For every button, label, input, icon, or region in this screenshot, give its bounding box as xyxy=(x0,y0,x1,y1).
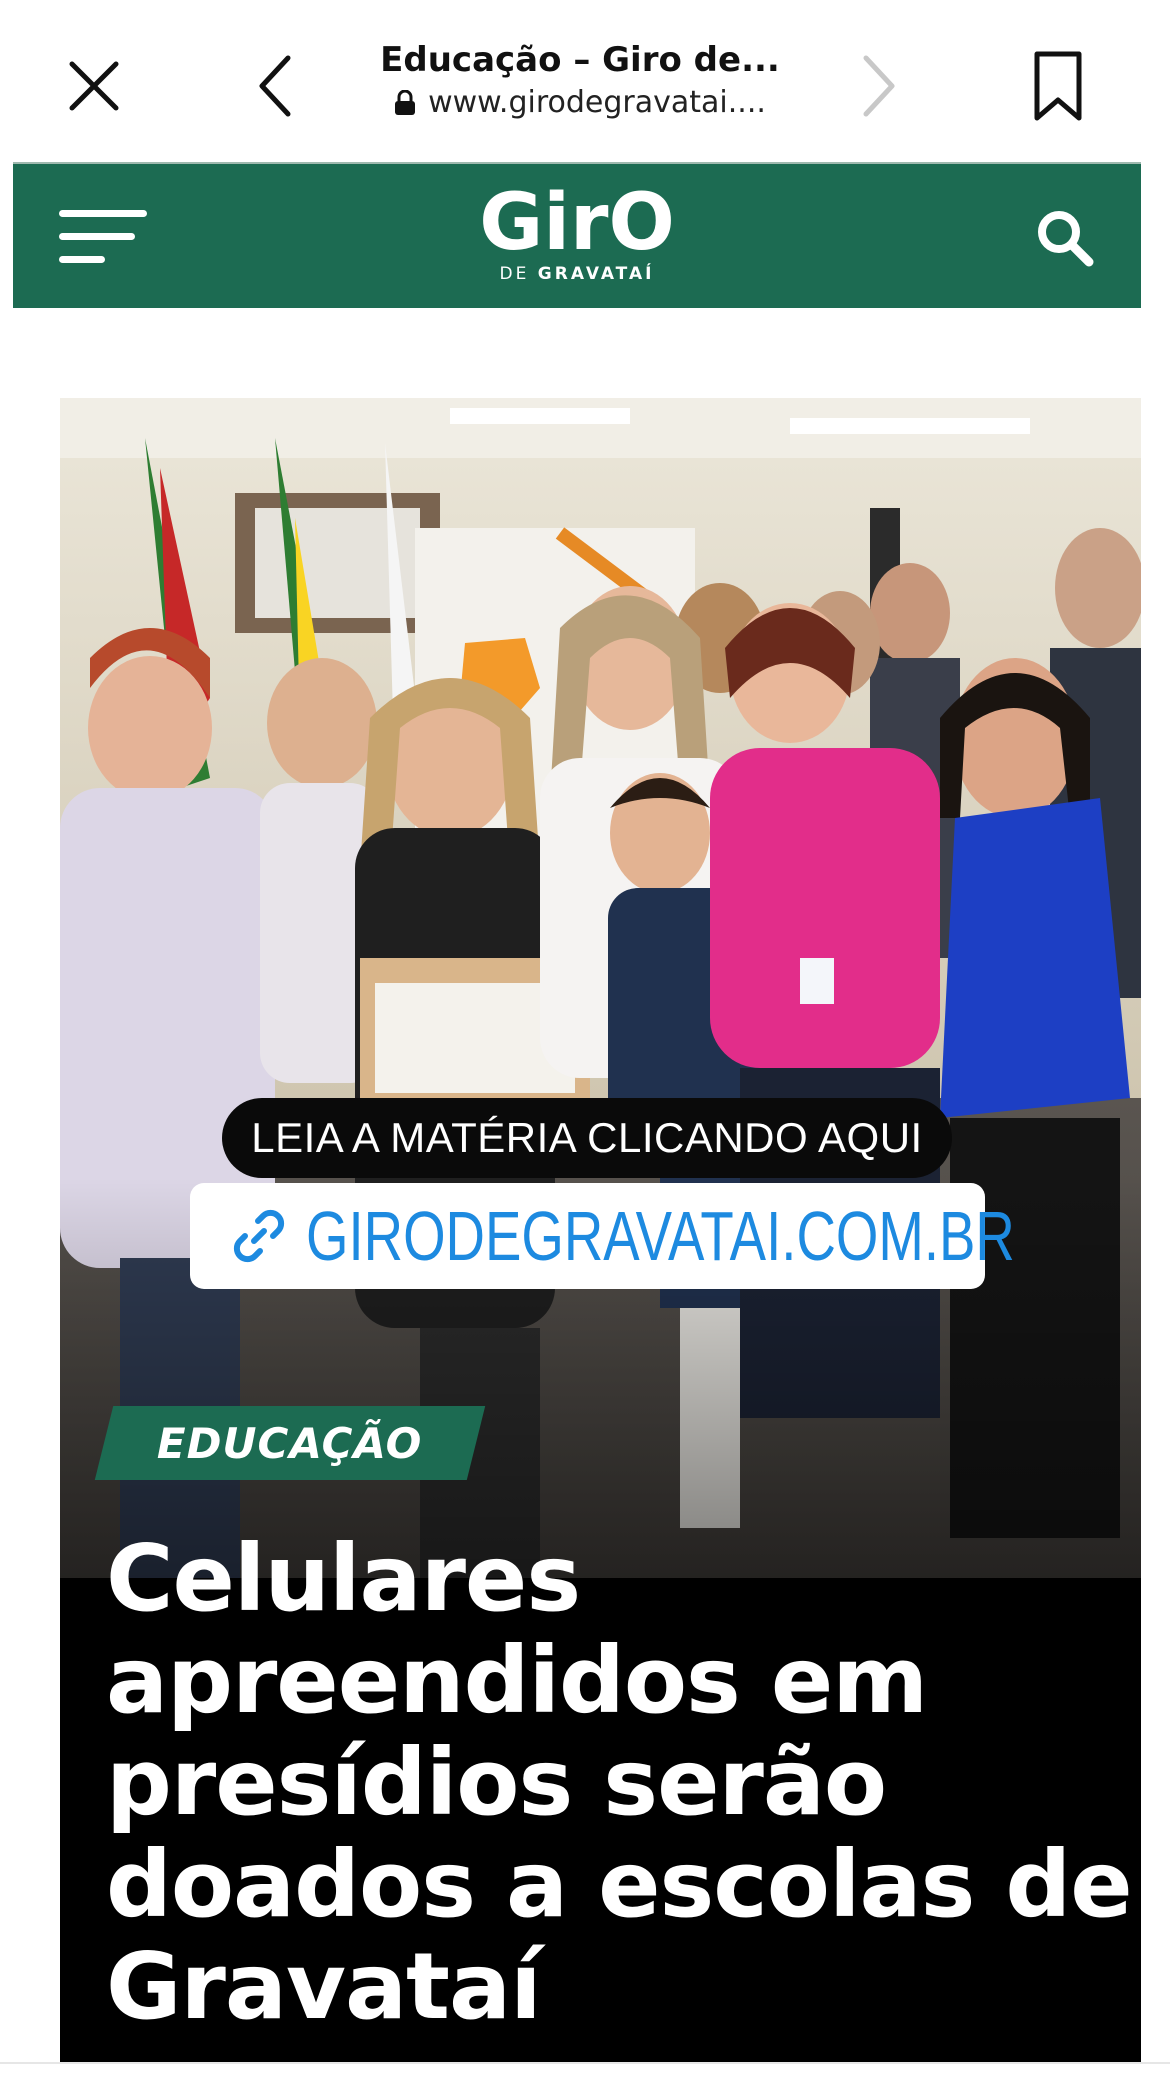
page-title: Educação – Giro de... xyxy=(380,40,780,80)
forward-button[interactable] xyxy=(842,50,914,122)
read-article-label[interactable]: LEIA A MATÉRIA CLICANDO AQUI xyxy=(222,1098,952,1178)
search-icon xyxy=(1038,211,1094,267)
category-label: EDUCAÇÃO xyxy=(157,1418,423,1468)
article-link-sticker[interactable]: GIRODEGRAVATAI.COM.BR xyxy=(190,1183,1015,1289)
hamburger-menu-icon xyxy=(59,210,147,217)
article-headline[interactable]: Celulares apreendidos em presídios serão… xyxy=(106,1528,1136,2038)
chevron-right-icon xyxy=(863,55,895,117)
lock-icon xyxy=(395,90,416,115)
category-badge[interactable]: EDUCAÇÃO xyxy=(94,1406,486,1480)
divider xyxy=(0,2062,1170,2064)
close-button[interactable] xyxy=(58,50,130,122)
site-header: GirO DE GRAVATAÍ xyxy=(13,162,1141,308)
site-logo[interactable]: GirO DE GRAVATAÍ xyxy=(463,184,691,294)
browser-toolbar: Educação – Giro de... www.girodegravatai… xyxy=(0,0,1170,162)
page-info[interactable]: Educação – Giro de... www.girodegravatai… xyxy=(340,38,820,124)
featured-article[interactable]: RS xyxy=(60,398,1141,2062)
bookmark-button[interactable] xyxy=(1022,46,1094,126)
back-button[interactable] xyxy=(240,50,312,122)
chevron-left-icon xyxy=(259,55,291,117)
menu-button[interactable] xyxy=(59,206,159,268)
page-url: www.girodegravatai.... xyxy=(428,85,766,120)
bookmark-icon xyxy=(1034,51,1082,121)
close-icon xyxy=(69,61,119,111)
article-link-text: GIRODEGRAVATAI.COM.BR xyxy=(305,1197,1015,1275)
search-button[interactable] xyxy=(1033,206,1097,270)
link-icon xyxy=(233,1209,284,1263)
